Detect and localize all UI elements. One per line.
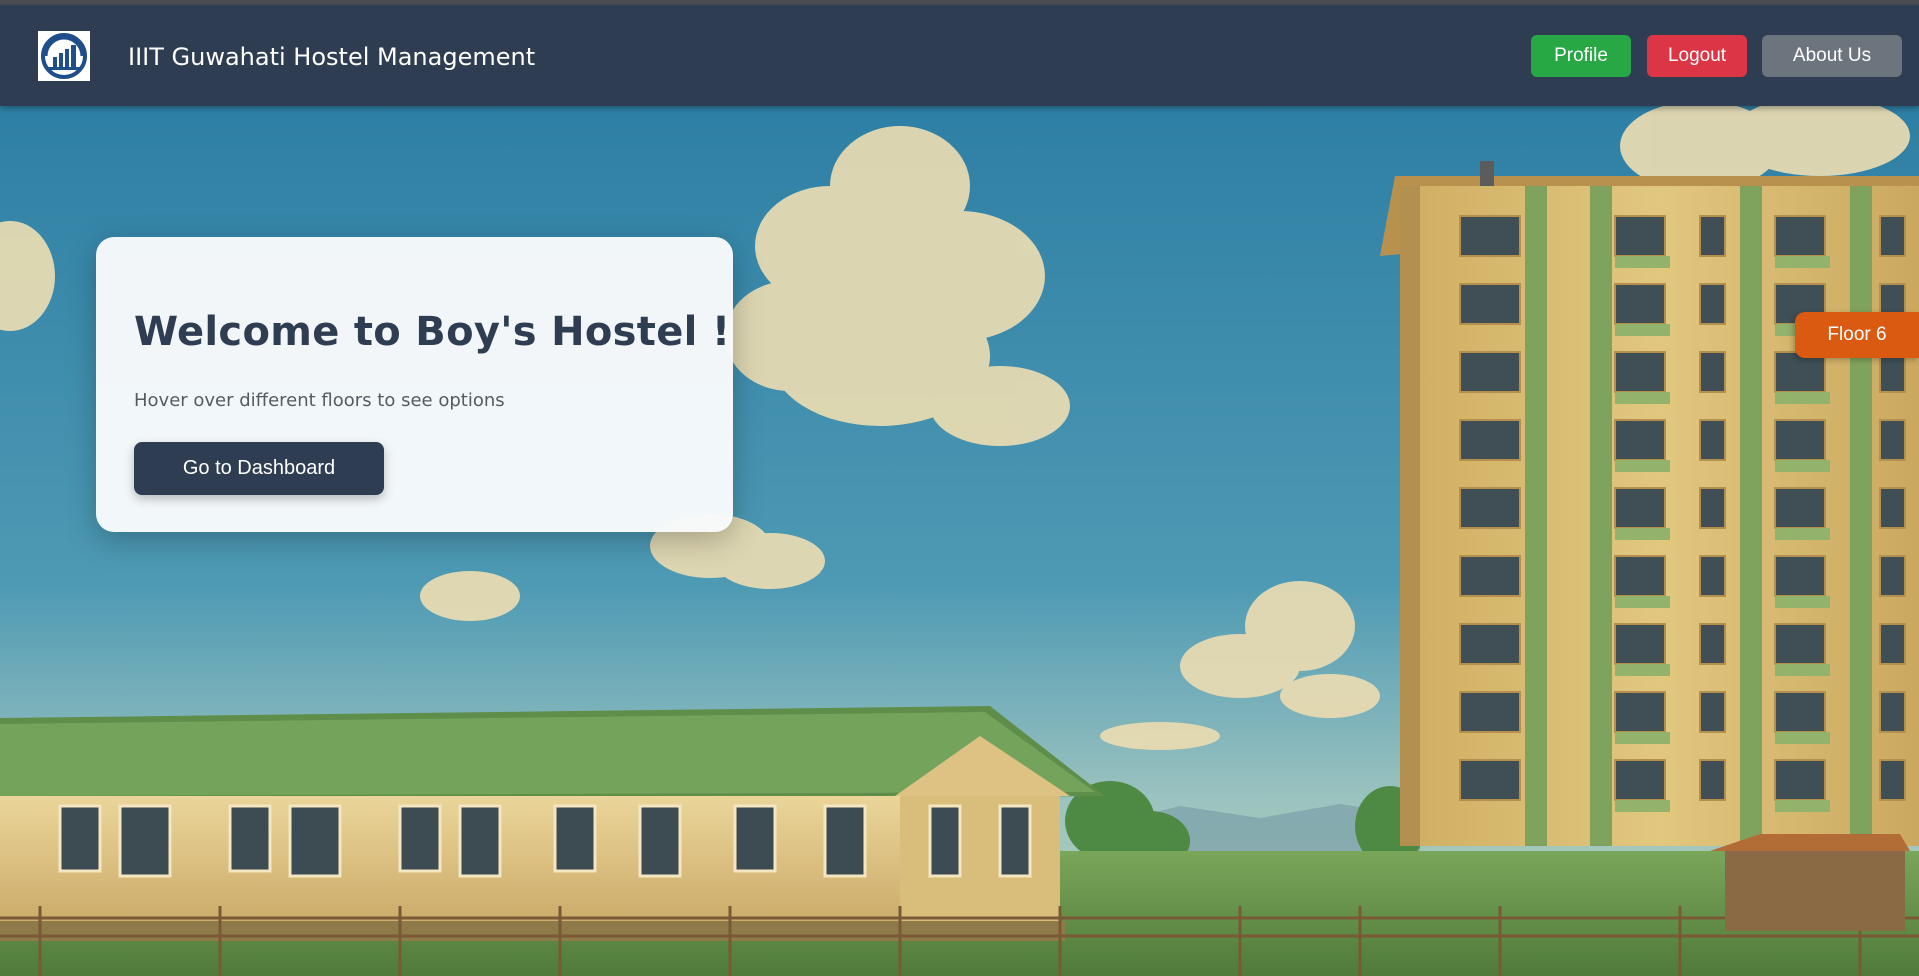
welcome-title: Welcome to Boy's Hostel ! bbox=[134, 309, 731, 355]
welcome-card: Welcome to Boy's Hostel ! Hover over dif… bbox=[96, 237, 733, 532]
navbar: IIIT Guwahati Hostel Management Profile … bbox=[0, 5, 1919, 106]
about-us-button[interactable]: About Us bbox=[1762, 35, 1902, 77]
brand-title[interactable]: IIIT Guwahati Hostel Management bbox=[128, 41, 535, 73]
floor-6-tab[interactable]: Floor 6 bbox=[1795, 312, 1919, 358]
go-to-dashboard-button[interactable]: Go to Dashboard bbox=[134, 442, 384, 495]
welcome-subtitle: Hover over different floors to see optio… bbox=[134, 390, 505, 411]
hero-background: Welcome to Boy's Hostel ! Hover over dif… bbox=[0, 106, 1919, 976]
logout-button[interactable]: Logout bbox=[1647, 35, 1747, 77]
iiitg-logo-icon[interactable] bbox=[38, 31, 90, 81]
profile-button[interactable]: Profile bbox=[1531, 35, 1631, 77]
